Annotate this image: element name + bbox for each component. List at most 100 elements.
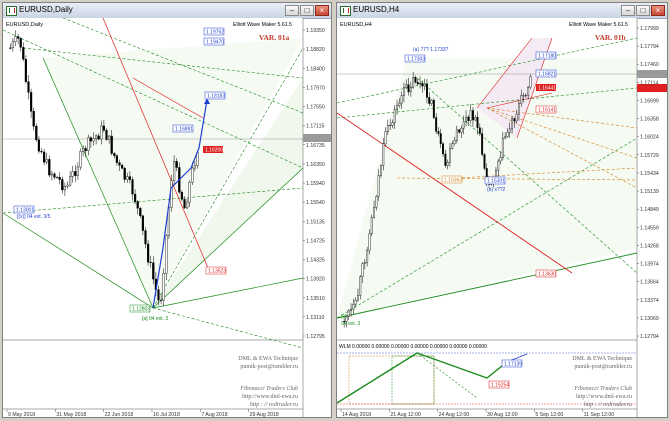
candle-body	[58, 177, 61, 180]
window-title: EURUSD,H4	[353, 5, 400, 14]
window-title: EURUSD,Daily	[19, 5, 73, 14]
candle-body	[97, 135, 100, 140]
footer-club: Fibonacci Traders Club	[239, 386, 298, 392]
candle-body	[149, 261, 152, 263]
candle-body	[455, 129, 458, 141]
wave-label: [a] 04 ext. 3	[142, 316, 168, 322]
osc-tag: 1.15254	[491, 383, 509, 389]
candle-body	[45, 159, 48, 163]
maximize-button[interactable]: □	[300, 5, 314, 16]
candle-body	[442, 143, 445, 155]
candle-body	[16, 36, 20, 39]
candle-body	[405, 84, 408, 88]
title-bar[interactable]: EURUSD,H4 – □ ×	[337, 3, 667, 19]
y-tick-label: 1.14559	[640, 225, 659, 231]
candle-body	[32, 111, 35, 127]
candle-body	[48, 159, 51, 176]
candle-body	[506, 132, 509, 137]
footer-technique: DML & EWA Technique	[238, 356, 298, 362]
maximize-button[interactable]: □	[636, 5, 650, 16]
candle-body	[50, 173, 53, 176]
candle-body	[386, 125, 389, 132]
chart-icon	[6, 6, 17, 16]
price-tag: 1.16141	[538, 108, 556, 114]
y-tick-label: 1.16358	[640, 117, 659, 123]
candle-body	[66, 184, 69, 187]
candle-body	[40, 150, 43, 153]
candle-body	[393, 109, 396, 123]
candle-body	[43, 151, 46, 163]
candle-body	[113, 153, 116, 156]
symbol-label: EURUSD,Daily	[6, 22, 43, 28]
candle-body	[105, 130, 108, 140]
y-tick-label: 1.17460	[640, 62, 659, 68]
candle-body	[467, 116, 470, 121]
candle-body	[483, 154, 486, 169]
candle-body	[87, 137, 90, 151]
close-button[interactable]: ×	[651, 5, 665, 16]
candle-body	[53, 173, 56, 178]
candle-body	[439, 133, 442, 144]
y-tick-label: 1.14268	[640, 243, 659, 249]
y-tick-label: 1.17970	[306, 85, 325, 91]
footer-technique: DML & EWA Technique	[572, 356, 632, 362]
y-tick-label: 1.15540	[306, 200, 325, 206]
price-tag: 1.19470	[206, 40, 224, 46]
candle-body	[120, 165, 124, 169]
candle-body	[162, 272, 165, 301]
wave-label: [(x)] 04 ext. 3/5	[17, 214, 51, 220]
candle-body	[359, 276, 362, 296]
daily-price-chart[interactable]: 1.19762 1.19470 1.18183 1.16891 1.16200 …	[3, 18, 331, 417]
candle-body	[185, 201, 189, 209]
candle-body	[71, 171, 74, 177]
y-tick-label: 1.14725	[306, 238, 325, 244]
y-tick-label: 1.17550	[306, 105, 325, 111]
price-tag: 1.17180	[538, 54, 556, 60]
candle-body	[136, 201, 139, 209]
y-tick-label: 1.12795	[306, 334, 325, 340]
candle-body	[382, 143, 385, 166]
y-tick-label: 1.14325	[306, 258, 325, 264]
candle-body	[458, 129, 461, 133]
price-tag: 1.15301	[487, 179, 505, 185]
candle-body	[524, 95, 527, 97]
candle-body	[414, 77, 417, 83]
candle-body	[451, 143, 454, 149]
candle-body	[159, 299, 163, 301]
minimize-button[interactable]: –	[621, 5, 635, 16]
close-button[interactable]: ×	[315, 5, 329, 16]
candle-body	[425, 83, 428, 98]
y-tick-label: 1.18820	[306, 47, 325, 53]
candle-body	[133, 193, 137, 202]
y-tick-label: 1.17794	[640, 44, 659, 50]
wave-label: (a) 77? 1.1733?	[413, 47, 449, 53]
minimize-button[interactable]: –	[285, 5, 299, 16]
y-tick-label: 1.15139	[640, 189, 659, 195]
x-tick-label: 24 Aug 12:00	[439, 412, 470, 417]
candle-body	[357, 295, 359, 301]
daily-chart-window[interactable]: EURUSD,Daily – □ × 1.19762 1.19470 1.181…	[2, 2, 332, 418]
price-tag: 1.17303	[407, 57, 425, 63]
candle-body	[24, 59, 27, 82]
h4-price-chart[interactable]: 1.17303 (a) 77? 1.1733? 1.17180 1.16821 …	[337, 18, 667, 417]
x-tick-label: 22 Jun 2018	[105, 412, 134, 417]
candle-body	[527, 86, 530, 96]
candle-body	[377, 175, 380, 197]
candle-body	[499, 157, 502, 162]
x-tick-label: 21 Aug 12:00	[390, 412, 421, 417]
x-tick-label: 29 Aug 2018	[250, 412, 279, 417]
price-tag: 1.12803	[132, 307, 150, 313]
y-tick-label: 1.17115	[306, 124, 324, 130]
title-bar[interactable]: EURUSD,Daily – □ ×	[3, 3, 331, 19]
candle-body	[350, 308, 353, 311]
candle-body	[446, 161, 449, 166]
candle-body	[474, 117, 477, 121]
candle-body	[94, 135, 98, 139]
h4-chart-window[interactable]: EURUSD,H4 – □ × 1.17303 (a) 77? 1.1733? …	[336, 2, 668, 418]
candle-body	[152, 262, 155, 280]
candle-body	[515, 113, 518, 122]
candle-body	[368, 233, 371, 251]
candle-body	[56, 177, 59, 179]
wave-label: (v)	[341, 314, 347, 320]
candle-body	[529, 76, 532, 88]
